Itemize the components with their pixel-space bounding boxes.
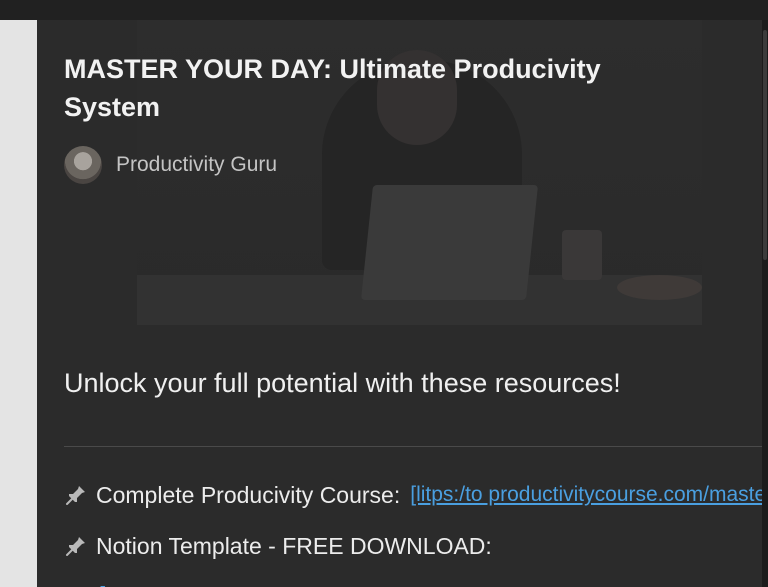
author-name[interactable]: Productivity Guru — [116, 153, 277, 177]
tagline: Unlock your full potential with these re… — [64, 368, 621, 398]
post-panel: MASTER YOUR DAY: Ultimate Producivity Sy… — [37, 20, 762, 587]
resource-item: Complete Producivity Course: [litps:/to … — [64, 479, 762, 511]
avatar[interactable] — [64, 146, 102, 184]
left-gutter — [0, 20, 37, 587]
pin-icon — [66, 537, 85, 556]
post-title: MASTER YOUR DAY: Ultimate Producivity Sy… — [64, 54, 601, 122]
cup — [562, 230, 602, 280]
plate — [617, 275, 702, 300]
author-row[interactable]: Productivity Guru — [64, 146, 277, 184]
truncated-link[interactable]: [ — [99, 582, 105, 587]
top-bar — [0, 0, 768, 20]
pin-icon — [66, 486, 85, 505]
resource-link[interactable]: [litps:/to productivitycourse.com/maste — [410, 483, 762, 507]
resource-label: Complete Producivity Course: — [96, 481, 401, 508]
divider — [64, 446, 762, 447]
resource-label: Notion Template - FREE DOWNLOAD: — [96, 532, 492, 559]
scrollbar-thumb[interactable] — [763, 30, 767, 260]
resource-item: Notion Template - FREE DOWNLOAD: — [64, 530, 492, 562]
laptop — [360, 185, 539, 300]
